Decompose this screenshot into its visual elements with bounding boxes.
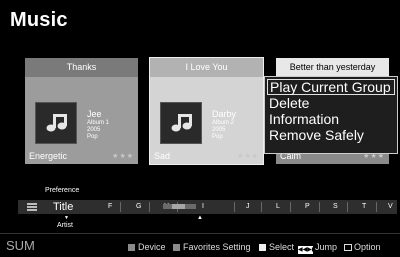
sort-index-bar: Title F G H I J L P S T V — [18, 200, 397, 214]
list-menu-icon — [27, 203, 37, 211]
index-letter[interactable]: P — [305, 200, 310, 214]
release-year: 2005 — [87, 127, 101, 133]
source-label: SUM — [6, 238, 35, 253]
card-body: Jee Album 1 2005 Pop Energetic ★★★ — [25, 77, 138, 164]
jump-hint: ◀◀▶▶Jump — [298, 242, 337, 254]
track-info: Darby Album 2 2005 Pop — [212, 109, 236, 141]
index-cursor-arrow-icon: ▲ — [197, 215, 203, 221]
select-label: Select — [269, 242, 295, 252]
index-separator — [149, 202, 150, 212]
track-info: Jee Album 1 2005 Pop — [87, 109, 109, 141]
jump-label: Jump — [315, 242, 338, 252]
index-letter[interactable]: S — [333, 200, 338, 214]
menu-item-delete[interactable]: Delete — [265, 95, 397, 111]
album-art-thumbnail — [35, 102, 77, 144]
index-position-highlight — [163, 204, 196, 209]
favorites-setting-hint: Favorites Setting — [173, 242, 251, 252]
device-label: Device — [138, 242, 166, 252]
album-name: Album 1 — [87, 120, 110, 126]
option-label: Option — [354, 242, 381, 252]
index-separator — [120, 202, 121, 212]
genre: Pop — [212, 134, 223, 140]
card-title: Thanks — [25, 58, 138, 77]
sort-option-below[interactable]: Artist — [57, 222, 73, 229]
footer-divider — [0, 233, 400, 234]
sort-current-label[interactable]: Title — [53, 200, 73, 214]
index-letter[interactable]: T — [362, 200, 366, 214]
card-title: Better than yesterday — [276, 58, 389, 77]
music-note-icon — [171, 114, 192, 132]
alphabet-index: F G H I J L P S T V — [106, 200, 396, 214]
music-card-thanks[interactable]: Thanks Jee Album 1 2005 Pop Energetic ★★… — [25, 58, 138, 164]
select-hint: Select — [259, 242, 294, 252]
rating-stars: ★★★ — [237, 153, 259, 160]
scroll-down-arrow-icon: ▼ — [64, 215, 69, 221]
genre: Pop — [87, 134, 98, 140]
mood-label: Sad — [154, 151, 171, 161]
gray-button-icon — [128, 244, 135, 251]
rating-stars: ★★★ — [112, 153, 134, 160]
album-name: Album 2 — [212, 120, 235, 126]
index-letter[interactable]: V — [388, 200, 393, 214]
tools-icon — [344, 244, 352, 251]
favorites-setting-label: Favorites Setting — [183, 242, 251, 252]
card-body: Darby Album 2 2005 Pop Sad ★★★ — [150, 77, 263, 164]
device-hint: Device — [128, 242, 166, 252]
release-year: 2005 — [212, 127, 226, 133]
album-art-thumbnail — [160, 102, 202, 144]
enter-button-icon — [259, 244, 266, 251]
music-note-icon — [46, 114, 67, 132]
menu-item-play-current-group[interactable]: Play Current Group — [267, 79, 395, 95]
music-card-i-love-you[interactable]: I Love You Darby Album 2 2005 Pop Sad ★★… — [149, 57, 264, 165]
sort-option-above[interactable]: Preference — [45, 187, 79, 194]
option-hint: Option — [344, 242, 381, 252]
artist-name: Darby — [212, 109, 237, 119]
gray-button-icon — [173, 244, 180, 251]
index-letter[interactable]: G — [136, 200, 141, 214]
rewind-forward-icon: ◀◀▶▶ — [298, 246, 317, 254]
index-letter[interactable]: L — [276, 200, 280, 214]
index-letter[interactable]: F — [108, 200, 112, 214]
index-separator — [347, 202, 348, 212]
artist-name: Jee — [87, 109, 102, 119]
menu-item-remove-safely[interactable]: Remove Safely — [265, 127, 397, 143]
menu-item-information[interactable]: Information — [265, 111, 397, 127]
mood-label: Energetic — [29, 151, 68, 161]
index-letter[interactable]: J — [246, 200, 250, 214]
index-separator — [261, 202, 262, 212]
index-separator — [234, 202, 235, 212]
context-menu: Play Current Group Delete Information Re… — [264, 76, 398, 154]
music-screen: Music Thanks Jee Album 1 2005 Pop Energe… — [0, 0, 400, 257]
index-letter[interactable]: I — [202, 200, 204, 214]
page-title: Music — [10, 9, 68, 31]
footer-bar: SUM Device Favorites Setting Select ◀◀▶▶… — [0, 236, 400, 257]
card-title: I Love You — [150, 58, 263, 77]
index-separator — [376, 202, 377, 212]
index-separator — [290, 202, 291, 212]
index-separator — [319, 202, 320, 212]
